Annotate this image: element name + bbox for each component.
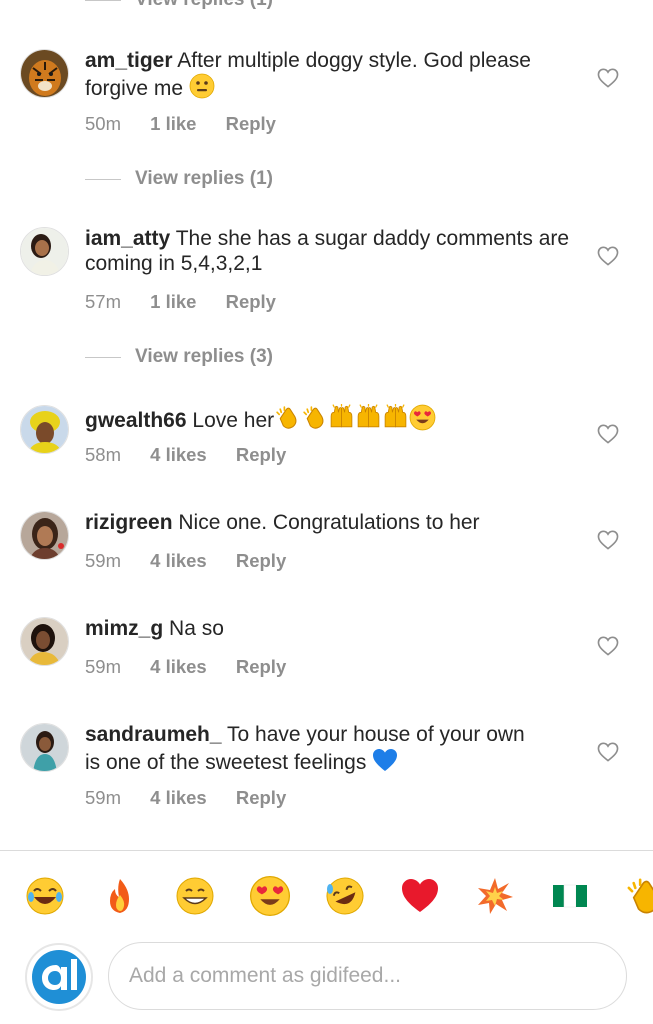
comment-username[interactable]: am_tiger [85, 49, 173, 72]
comment-text: gwealth66 Love her [85, 404, 573, 433]
comment-likes[interactable]: 4 likes [150, 656, 207, 677]
comment-text: rizigreen Nice one. Congratulations to h… [85, 510, 593, 535]
avatar[interactable] [20, 405, 69, 454]
comment-username[interactable]: mimz_g [85, 617, 163, 640]
comment-username[interactable]: sandraumeh_ [85, 723, 222, 746]
comment-text: mimz_g Na so [85, 616, 573, 641]
avatar[interactable] [20, 511, 69, 560]
view-replies-label: View replies (1) [135, 0, 273, 11]
replies-line [85, 356, 121, 358]
comment-likes[interactable]: 1 like [150, 291, 196, 312]
clap-emoji [301, 404, 328, 431]
avatar[interactable] [20, 49, 69, 98]
view-replies-label: View replies (1) [135, 168, 273, 189]
comment-username[interactable]: rizigreen [85, 511, 173, 534]
comment-username[interactable]: gwealth66 [85, 409, 187, 432]
comment-likes[interactable]: 1 like [150, 113, 196, 134]
like-heart-icon[interactable] [597, 68, 619, 88]
comment-text: am_tiger After multiple doggy style. God… [85, 48, 573, 101]
divider [0, 850, 653, 851]
raised-hands-emoji [355, 404, 382, 431]
heart-eyes-emoji [409, 404, 436, 431]
comment-meta: 59m 4 likes Reply [85, 787, 310, 809]
collision-emoji[interactable] [474, 875, 516, 917]
avatar[interactable] [20, 617, 69, 666]
clap-emoji [274, 404, 301, 431]
comment-meta: 59m 4 likes Reply [85, 550, 310, 572]
emoji-quick-bar [0, 875, 653, 919]
raised-hands-emoji [382, 404, 409, 431]
replies-line [85, 0, 121, 1]
like-heart-icon[interactable] [597, 530, 619, 550]
comment-likes[interactable]: 4 likes [150, 444, 207, 465]
comment-time: 50m [85, 113, 121, 134]
comment-time: 59m [85, 656, 121, 677]
comment-body: Na so [169, 617, 224, 640]
reply-button[interactable]: Reply [236, 444, 286, 465]
comment-text: sandraumeh_ To have your house of your o… [85, 722, 543, 775]
comment-time: 58m [85, 444, 121, 465]
comment-username[interactable]: iam_atty [85, 227, 170, 250]
comment-composer [0, 940, 653, 1012]
red-heart-emoji[interactable] [399, 875, 441, 917]
comment-text: iam_atty The she has a sugar daddy comme… [85, 226, 573, 276]
comment-meta: 58m 4 likes Reply [85, 444, 310, 466]
reply-button[interactable]: Reply [236, 656, 286, 677]
gidifeed-logo-avatar[interactable] [25, 943, 93, 1011]
reply-button[interactable]: Reply [226, 113, 276, 134]
comment-meta: 59m 4 likes Reply [85, 656, 310, 678]
fire-emoji[interactable] [99, 875, 141, 917]
replies-line [85, 178, 121, 180]
view-replies-label: View replies (3) [135, 346, 273, 367]
view-replies-top[interactable]: View replies (1) [85, 0, 273, 12]
like-heart-icon[interactable] [597, 742, 619, 762]
reply-button[interactable]: Reply [226, 291, 276, 312]
comment-likes[interactable]: 4 likes [150, 550, 207, 571]
grin-emoji[interactable] [174, 875, 216, 917]
clap-emoji[interactable] [624, 875, 653, 917]
rofl-emoji[interactable] [324, 875, 366, 917]
reply-button[interactable]: Reply [236, 550, 286, 571]
like-heart-icon[interactable] [597, 246, 619, 266]
joy-emoji[interactable] [24, 875, 66, 917]
comment-likes[interactable]: 4 likes [150, 787, 207, 808]
reply-button[interactable]: Reply [236, 787, 286, 808]
comment-body: Love her [192, 409, 275, 432]
heart-eyes-emoji[interactable] [249, 875, 291, 917]
like-heart-icon[interactable] [597, 636, 619, 656]
avatar[interactable] [20, 227, 69, 276]
view-replies[interactable]: View replies (1) [85, 168, 273, 190]
avatar[interactable] [20, 723, 69, 772]
comment-body: Nice one. Congratulations to her [178, 511, 480, 534]
zipper-mouth-emoji [189, 73, 215, 99]
comment-meta: 50m 1 like Reply [85, 113, 300, 135]
like-heart-icon[interactable] [597, 424, 619, 444]
nigeria-flag-emoji[interactable] [549, 875, 591, 917]
comment-input[interactable] [108, 942, 627, 1010]
comment-time: 59m [85, 550, 121, 571]
comment-meta: 57m 1 like Reply [85, 291, 300, 313]
raised-hands-emoji [328, 404, 355, 431]
blue-heart-emoji [373, 749, 398, 771]
comment-time: 59m [85, 787, 121, 808]
comment-time: 57m [85, 291, 121, 312]
view-replies[interactable]: View replies (3) [85, 346, 273, 368]
